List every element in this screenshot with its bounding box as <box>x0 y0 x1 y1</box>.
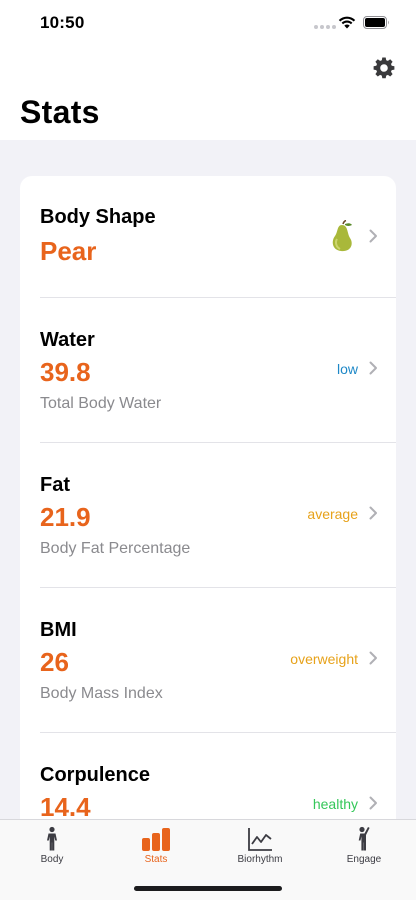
stats-card: Body Shape Pear Water 39.8 Total Body Wa… <box>20 176 396 876</box>
person-icon <box>47 826 57 851</box>
stat-row-body-shape[interactable]: Body Shape Pear <box>20 176 396 297</box>
cellular-signal-icon <box>314 25 336 29</box>
pear-icon <box>332 220 352 252</box>
stat-value: 21.9 <box>40 502 91 532</box>
gear-icon <box>373 57 395 79</box>
stat-value: 26 <box>40 647 69 677</box>
chevron-right-icon <box>369 651 377 665</box>
wifi-icon <box>338 16 356 29</box>
stat-status: average <box>307 506 358 522</box>
bar-chart-icon <box>142 828 170 851</box>
stat-title: BMI <box>40 619 77 641</box>
stat-subtitle: Body Fat Percentage <box>40 540 191 557</box>
stat-status: low <box>336 361 358 377</box>
stat-value: 39.8 <box>40 357 91 387</box>
tab-label: Engage <box>346 854 382 865</box>
stat-title: Fat <box>40 474 70 496</box>
stat-row-fat[interactable]: Fat 21.9 Body Fat Percentage average <box>20 443 396 587</box>
tab-label: Stats <box>144 854 168 865</box>
status-time: 10:50 <box>40 13 85 32</box>
home-indicator <box>134 886 282 891</box>
tab-biorhythm[interactable]: Biorhythm <box>208 820 312 870</box>
stat-subtitle: Total Body Water <box>40 395 162 412</box>
stat-title: Body Shape <box>40 206 156 228</box>
stat-row-water[interactable]: Water 39.8 Total Body Water low <box>20 298 396 442</box>
page-title: Stats <box>20 94 100 130</box>
stat-title: Water <box>40 329 95 351</box>
settings-button[interactable] <box>370 54 398 82</box>
stat-value: Pear <box>40 236 97 266</box>
tab-label: Biorhythm <box>237 854 283 865</box>
status-bar: 10:50 <box>0 0 416 48</box>
chevron-right-icon <box>369 796 377 810</box>
tab-label: Body <box>40 854 64 865</box>
chevron-right-icon <box>369 229 377 243</box>
person-raised-hand-icon <box>358 826 370 851</box>
stat-status: healthy <box>312 796 358 812</box>
tab-body[interactable]: Body <box>0 820 104 870</box>
tab-stats[interactable]: Stats <box>104 820 208 870</box>
line-chart-icon <box>248 828 272 851</box>
stat-title: Corpulence <box>40 764 151 786</box>
stat-row-bmi[interactable]: BMI 26 Body Mass Index overweight <box>20 588 396 732</box>
chevron-right-icon <box>369 361 377 375</box>
stat-status: overweight <box>290 651 358 667</box>
tab-engage[interactable]: Engage <box>312 820 416 870</box>
chevron-right-icon <box>369 506 377 520</box>
battery-icon <box>363 16 389 29</box>
stat-subtitle: Body Mass Index <box>40 685 163 702</box>
